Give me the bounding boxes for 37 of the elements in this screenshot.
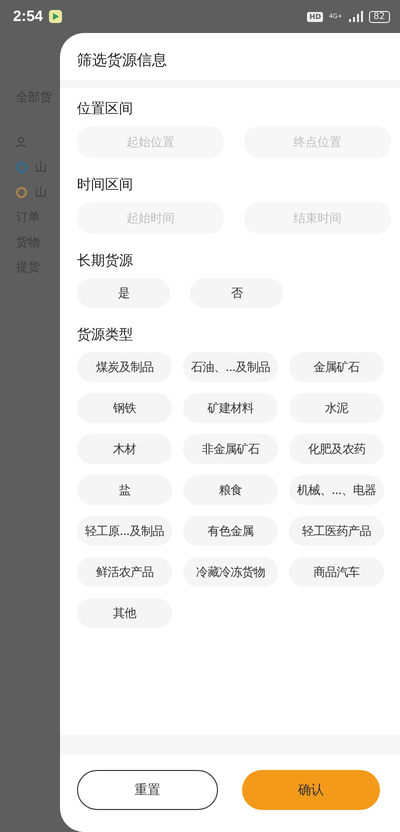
option-chip[interactable]: 矿建材料 <box>183 393 278 423</box>
option-chip[interactable]: 水泥 <box>289 393 384 423</box>
option-chip[interactable]: 盐 <box>77 475 172 505</box>
option-chip[interactable]: 粮食 <box>183 475 278 505</box>
range-field[interactable]: 起始位置 <box>77 126 224 158</box>
section-label: 时间区间 <box>77 176 134 194</box>
person-icon <box>16 137 26 148</box>
confirm-button[interactable]: 确认 <box>242 770 380 810</box>
status-time: 2:54 <box>13 8 44 25</box>
section-label: 货源类型 <box>77 326 134 344</box>
option-chip[interactable]: 否 <box>190 278 283 308</box>
option-chip[interactable]: 轻工医药产品 <box>289 516 384 546</box>
option-chip[interactable]: 非金属矿石 <box>183 434 278 464</box>
option-chip[interactable]: 是 <box>77 278 170 308</box>
option-chip[interactable]: 冷藏冷冻货物 <box>183 557 278 587</box>
option-chip[interactable]: 鲜活农产品 <box>77 557 172 587</box>
option-chip[interactable]: 轻工原...及制品 <box>77 516 172 546</box>
option-chip[interactable]: 有色金属 <box>183 516 278 546</box>
option-chip[interactable]: 商品汽车 <box>289 557 384 587</box>
range-field[interactable]: 起始时间 <box>77 202 224 234</box>
option-chip[interactable]: 煤炭及制品 <box>77 352 172 382</box>
sheet-title: 筛选货源信息 <box>76 50 168 71</box>
option-chip[interactable]: 钢铁 <box>77 393 172 423</box>
option-chip[interactable]: 化肥及农药 <box>289 434 384 464</box>
section-label: 位置区间 <box>77 100 134 118</box>
range-field[interactable]: 结束时间 <box>244 202 391 234</box>
section-label: 长期货源 <box>77 252 134 270</box>
option-chip[interactable]: 金属矿石 <box>289 352 384 382</box>
reset-button[interactable]: 重置 <box>77 770 218 810</box>
signal-icon <box>348 11 363 22</box>
option-chip[interactable]: 其他 <box>77 598 172 628</box>
option-chip[interactable]: 石油、...及制品 <box>183 352 278 382</box>
option-chip[interactable]: 木材 <box>77 434 172 464</box>
battery-level: 82 <box>368 10 390 22</box>
option-chip[interactable]: 机械、...、电器 <box>289 475 384 505</box>
range-field[interactable]: 终点位置 <box>244 126 391 158</box>
app-icon <box>49 10 62 23</box>
